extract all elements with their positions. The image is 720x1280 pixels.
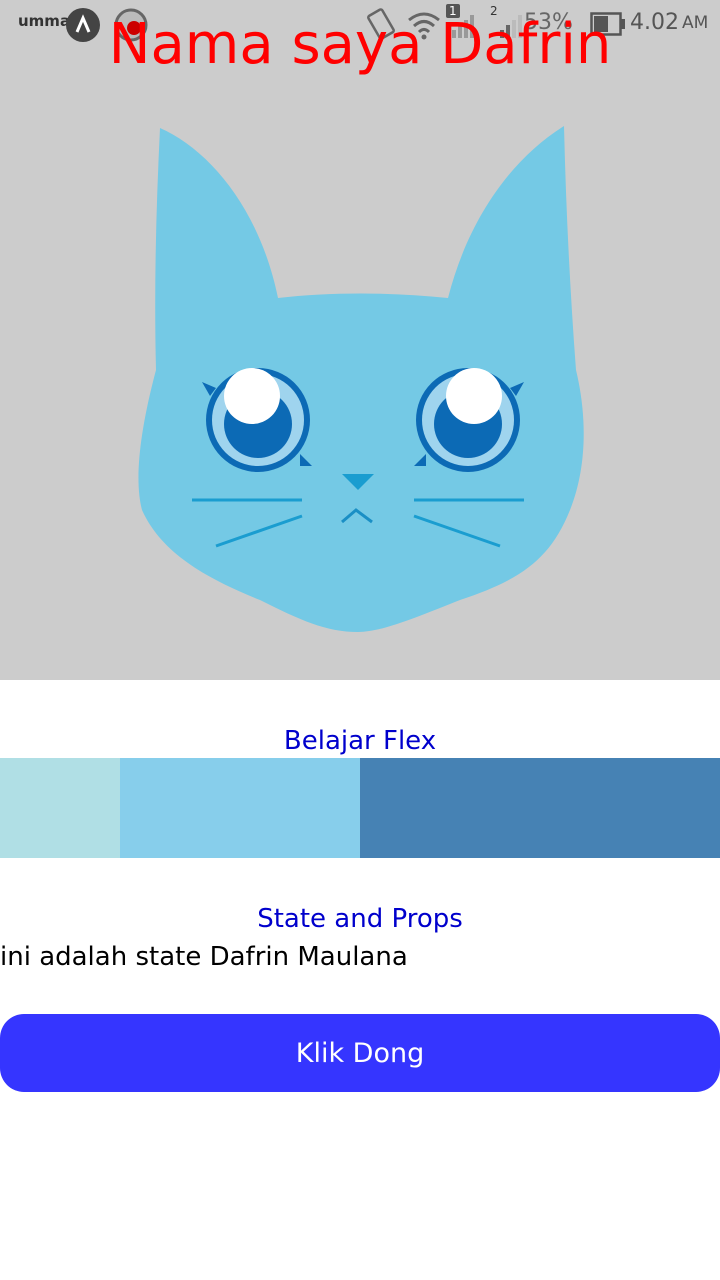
state-section-title: State and Props (257, 904, 463, 934)
flex-section-title: Belajar Flex (283, 726, 437, 756)
flex-box-small (0, 758, 120, 858)
flex-box-medium (120, 758, 360, 858)
page-title: Nama saya Dafrin (108, 12, 612, 77)
cat-face-icon (138, 126, 584, 632)
flex-demo-row (0, 758, 720, 858)
klik-dong-button[interactable]: Klik Dong (0, 1014, 720, 1092)
flex-box-large (360, 758, 720, 858)
state-text: ini adalah state Dafrin Maulana (0, 942, 408, 972)
cat-image (0, 0, 720, 680)
